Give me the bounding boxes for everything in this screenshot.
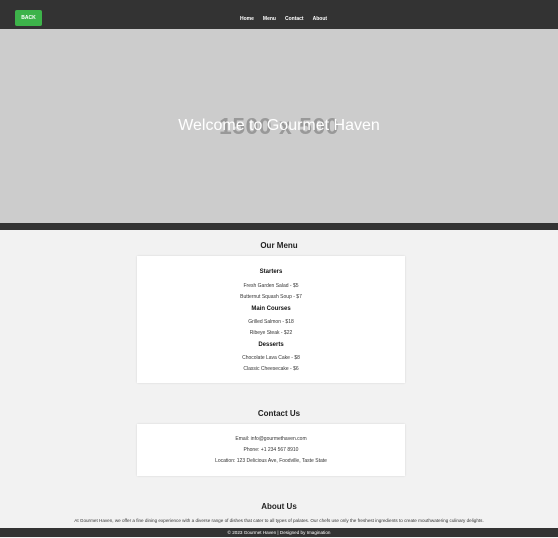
main-nav: Home Menu Contact About [240, 16, 327, 22]
menu-item: Grilled Salmon - $18 [248, 319, 294, 325]
back-button[interactable]: BACK [15, 10, 42, 26]
nav-home-link[interactable]: Home [240, 16, 254, 22]
hero-banner: 1500 x 500 Welcome to Gourmet Haven [0, 29, 558, 223]
menu-item: Fresh Garden Salad - $5 [243, 283, 299, 289]
top-navbar: BACK Home Menu Contact About [0, 0, 558, 29]
about-section-title: About Us [261, 502, 297, 511]
contact-card: Email: info@gourmethaven.com Phone: +1 2… [137, 424, 405, 476]
contact-location: Location: 123 Delicious Ave, Foodville, … [215, 458, 327, 464]
nav-about-link[interactable]: About [313, 16, 327, 22]
menu-item: Classic Cheesecake - $6 [243, 366, 299, 372]
menu-item: Ribeye Steak - $22 [249, 330, 293, 336]
hero-divider [0, 223, 558, 230]
contact-phone: Phone: +1 234 567 8910 [243, 447, 299, 453]
menu-category-heading: Desserts [258, 342, 284, 348]
menu-item: Butternut Squash Soup - $7 [240, 294, 302, 300]
menu-section-title: Our Menu [260, 241, 298, 250]
hero-title: Welcome to Gourmet Haven [178, 117, 380, 134]
menu-card: Starters Fresh Garden Salad - $5 Buttern… [137, 256, 405, 383]
nav-menu-link[interactable]: Menu [263, 16, 276, 22]
contact-email: Email: info@gourmethaven.com [235, 436, 307, 442]
about-text: At Gourmet Haven, we offer a fine dining… [74, 518, 484, 523]
contact-section-title: Contact Us [257, 409, 301, 418]
nav-contact-link[interactable]: Contact [285, 16, 304, 22]
menu-category-heading: Starters [259, 269, 283, 275]
footer: © 2023 Gourmet Haven | Designed by Imagi… [0, 528, 558, 537]
menu-category-heading: Main Courses [251, 306, 291, 312]
menu-item: Chocolate Lava Cake - $8 [242, 355, 300, 361]
